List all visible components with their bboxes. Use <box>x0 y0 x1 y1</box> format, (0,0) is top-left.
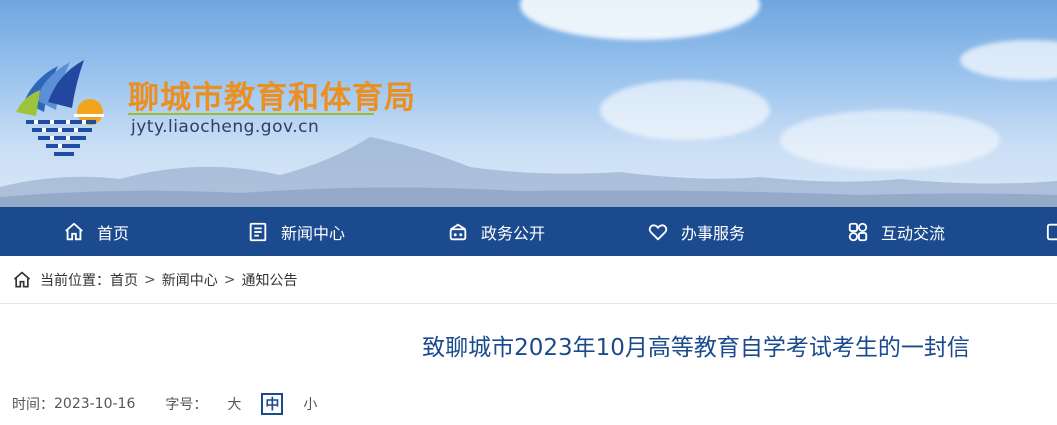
breadcrumb-prefix: 当前位置： <box>40 273 110 289</box>
main-nav: 首页 新闻中心 政务公开 办事服务 互动交流 <box>0 207 1057 256</box>
nav-item-services[interactable]: 办事服务 <box>647 207 745 256</box>
breadcrumb-home[interactable]: 首页 <box>110 270 138 290</box>
heart-icon <box>648 223 668 240</box>
nav-item-government[interactable]: 政务公开 <box>447 207 545 256</box>
font-size-small-button[interactable]: 小 <box>299 393 321 415</box>
nav-label: 政务公开 <box>481 223 546 243</box>
article-title: 致聊城市2023年10月高等教育自学考试考生的一封信 <box>422 335 970 361</box>
publish-date: 2023-10-16 <box>54 396 136 412</box>
interaction-icon <box>848 222 868 241</box>
nav-label: 互动交流 <box>881 223 946 243</box>
cloud <box>520 0 760 40</box>
nav-item-news[interactable]: 新闻中心 <box>247 207 345 256</box>
home-icon <box>13 271 31 288</box>
nav-item-interaction[interactable]: 互动交流 <box>847 207 945 256</box>
nav-label: 首页 <box>97 223 130 243</box>
breadcrumb-separator: > <box>223 272 236 288</box>
nav-item-more[interactable] <box>1046 207 1057 256</box>
divider <box>0 303 1057 304</box>
government-icon <box>449 223 467 240</box>
nav-label: 办事服务 <box>681 223 746 243</box>
domain-underline <box>128 113 374 115</box>
breadcrumb-separator: > <box>144 272 156 288</box>
breadcrumb: 当前位置： 首页 > 新闻中心 > 通知公告 <box>12 268 297 292</box>
breadcrumb-news[interactable]: 新闻中心 <box>162 270 218 290</box>
font-size-medium-button[interactable]: 中 <box>261 393 284 415</box>
liaocheng-education-logo <box>16 60 104 156</box>
home-icon <box>65 222 83 240</box>
nav-item-home[interactable]: 首页 <box>63 207 129 256</box>
article-meta: 时间： 2023-10-16 字号： 大 中 小 <box>12 392 321 416</box>
site-name: 聊城市教育和体育局 <box>128 80 416 116</box>
time-label: 时间： <box>12 397 54 413</box>
more-nav-icon <box>1046 223 1057 240</box>
site-domain: jyty.liaocheng.gov.cn <box>131 117 320 137</box>
news-icon <box>249 222 267 241</box>
breadcrumb-notices[interactable]: 通知公告 <box>241 270 297 290</box>
nav-label: 新闻中心 <box>281 223 346 243</box>
font-size-large-button[interactable]: 大 <box>223 393 245 415</box>
font-size-label: 字号： <box>165 397 208 413</box>
cloud <box>960 40 1057 80</box>
header-banner: 聊城市教育和体育局 jyty.liaocheng.gov.cn <box>0 0 1057 207</box>
